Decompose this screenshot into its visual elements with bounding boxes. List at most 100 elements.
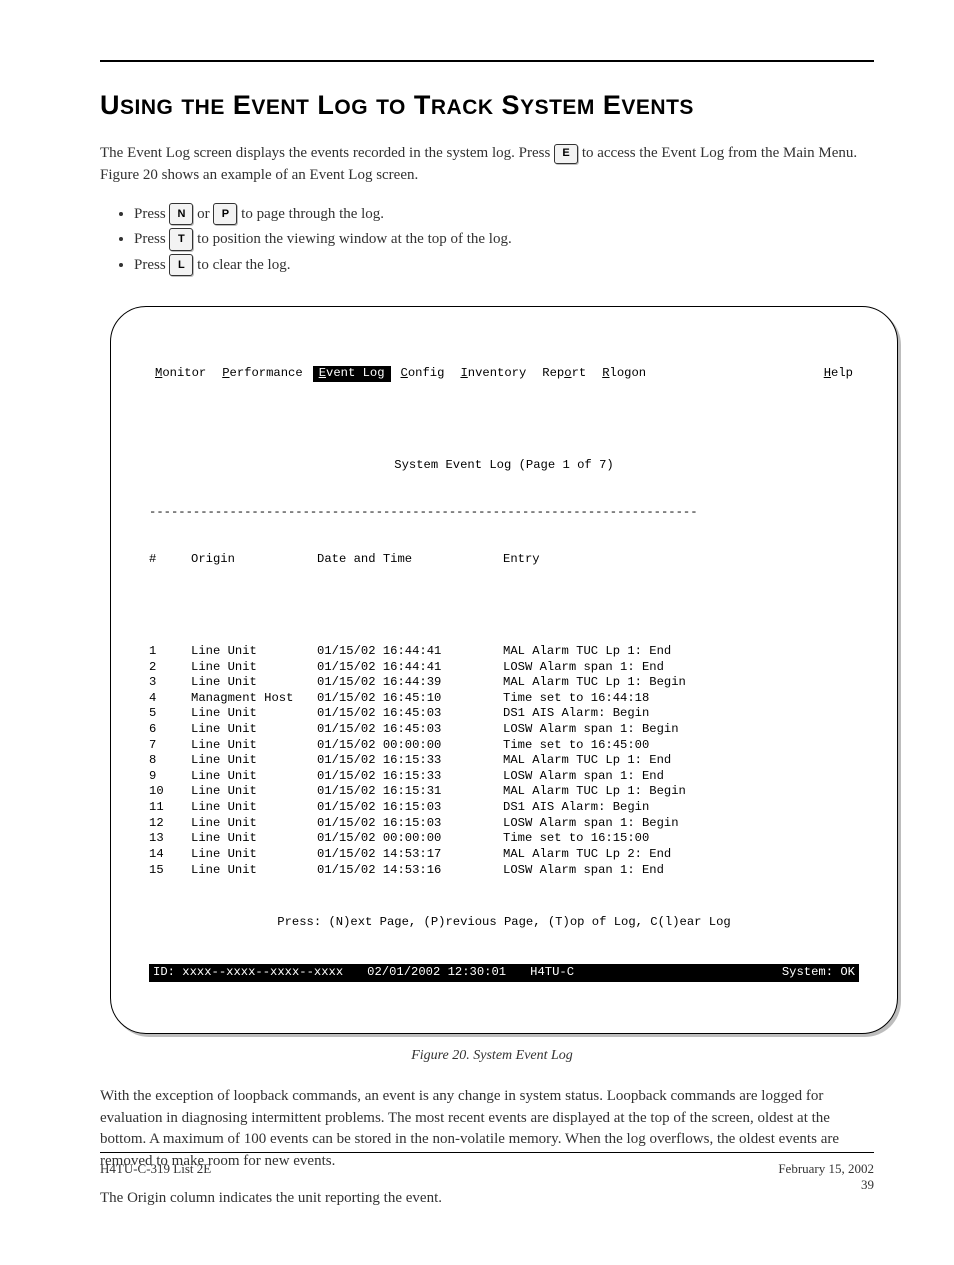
log-row-entry: LOSW Alarm span 1: Begin (503, 722, 859, 738)
log-row-origin: Line Unit (191, 675, 317, 691)
log-row-date: 01/15/02 14:53:16 (317, 863, 503, 879)
log-row: 11Line Unit01/15/02 16:15:03DS1 AIS Alar… (149, 800, 859, 816)
log-row: 14Line Unit01/15/02 14:53:17MAL Alarm TU… (149, 847, 859, 863)
log-row-origin: Line Unit (191, 722, 317, 738)
log-row: 7Line Unit01/15/02 00:00:00Time set to 1… (149, 738, 859, 754)
log-row-date: 01/15/02 16:15:33 (317, 753, 503, 769)
status-system: System: OK (782, 965, 855, 981)
bullet-list: Press N or P to page through the log. Pr… (100, 202, 874, 279)
log-row-num: 8 (149, 753, 191, 769)
col-origin: Origin (191, 552, 317, 568)
log-row-num: 9 (149, 769, 191, 785)
log-row-origin: Line Unit (191, 831, 317, 847)
log-row-date: 01/15/02 16:45:03 (317, 706, 503, 722)
log-row-date: 01/15/02 00:00:00 (317, 831, 503, 847)
log-row: 15Line Unit01/15/02 14:53:16LOSW Alarm s… (149, 863, 859, 879)
menu-item-monitor[interactable]: Monitor (149, 366, 212, 382)
key-t: T (169, 228, 193, 251)
log-row-entry: MAL Alarm TUC Lp 1: End (503, 644, 859, 660)
key-p: P (213, 203, 237, 226)
header-rule (100, 60, 874, 62)
log-row: 10Line Unit01/15/02 16:15:31MAL Alarm TU… (149, 784, 859, 800)
log-row-origin: Line Unit (191, 738, 317, 754)
log-row-entry: MAL Alarm TUC Lp 1: End (503, 753, 859, 769)
log-row-date: 01/15/02 16:45:03 (317, 722, 503, 738)
log-row-date: 01/15/02 16:15:03 (317, 800, 503, 816)
terminal-screen: MonitorPerformance Event LogConfigInvento… (110, 306, 898, 1034)
menu-item-performance[interactable]: Performance (216, 366, 308, 382)
menu-item-inventory[interactable]: Inventory (454, 366, 532, 382)
log-row: 2Line Unit01/15/02 16:44:41LOSW Alarm sp… (149, 660, 859, 676)
log-row-origin: Line Unit (191, 863, 317, 879)
log-row-entry: Time set to 16:45:00 (503, 738, 859, 754)
bullet-2: Press T to position the viewing window a… (134, 227, 874, 253)
log-row-date: 01/15/02 16:44:41 (317, 660, 503, 676)
bullet-3: Press L to clear the log. (134, 253, 874, 279)
terminal-status-bar: ID: xxxx--xxxx--xxxx--xxxx 02/01/2002 12… (149, 964, 859, 982)
log-row: 1Line Unit01/15/02 16:44:41MAL Alarm TUC… (149, 644, 859, 660)
menu-item-event-log[interactable]: Event Log (313, 366, 391, 382)
log-row-origin: Line Unit (191, 644, 317, 660)
log-row-origin: Line Unit (191, 769, 317, 785)
col-date: Date and Time (317, 552, 503, 568)
log-row-date: 01/15/02 16:15:03 (317, 816, 503, 832)
log-row-entry: LOSW Alarm span 1: End (503, 660, 859, 676)
log-row-origin: Managment Host (191, 691, 317, 707)
log-row-origin: Line Unit (191, 816, 317, 832)
log-row-num: 15 (149, 863, 191, 879)
menu-item-config[interactable]: Config (395, 366, 451, 382)
log-row: 5Line Unit01/15/02 16:45:03DS1 AIS Alarm… (149, 706, 859, 722)
col-entry: Entry (503, 552, 859, 568)
log-row-date: 01/15/02 16:15:31 (317, 784, 503, 800)
log-row: 13Line Unit01/15/02 00:00:00Time set to … (149, 831, 859, 847)
status-date: 02/01/2002 12:30:01 (343, 965, 506, 981)
menu-item-rlogon[interactable]: Rlogon (596, 366, 652, 382)
log-row-entry: LOSW Alarm span 1: Begin (503, 816, 859, 832)
key-e: E (554, 144, 578, 164)
terminal-divider: ----------------------------------------… (149, 505, 859, 521)
section-title: USING THE EVENT LOG TO TRACK SYSTEM EVEN… (100, 90, 874, 121)
terminal-rows: 1Line Unit01/15/02 16:44:41MAL Alarm TUC… (149, 644, 859, 878)
log-row-num: 4 (149, 691, 191, 707)
footer-page-number: 39 (861, 1177, 874, 1193)
col-num: # (149, 552, 191, 568)
status-model: H4TU-C (506, 965, 574, 981)
footer-right: February 15, 2002 (778, 1161, 874, 1177)
log-row-entry: MAL Alarm TUC Lp 1: Begin (503, 675, 859, 691)
log-row-origin: Line Unit (191, 753, 317, 769)
status-id: ID: xxxx--xxxx--xxxx--xxxx (153, 965, 343, 981)
menu-item-help[interactable]: Help (818, 366, 859, 382)
log-row: 6Line Unit01/15/02 16:45:03LOSW Alarm sp… (149, 722, 859, 738)
log-row-num: 11 (149, 800, 191, 816)
key-n: N (169, 203, 193, 226)
log-row: 12Line Unit01/15/02 16:15:03LOSW Alarm s… (149, 816, 859, 832)
log-row-num: 12 (149, 816, 191, 832)
bullet-1: Press N or P to page through the log. (134, 202, 874, 228)
log-row-num: 2 (149, 660, 191, 676)
log-row-entry: Time set to 16:15:00 (503, 831, 859, 847)
log-row-origin: Line Unit (191, 784, 317, 800)
intro-text-1: The Event Log screen displays the events… (100, 145, 554, 161)
log-row-num: 1 (149, 644, 191, 660)
log-row-date: 01/15/02 00:00:00 (317, 738, 503, 754)
footer-rule (100, 1152, 874, 1153)
key-l: L (169, 254, 193, 277)
log-row-date: 01/15/02 16:44:41 (317, 644, 503, 660)
log-row-entry: Time set to 16:44:18 (503, 691, 859, 707)
menu-item-report[interactable]: Report (536, 366, 592, 382)
log-row: 4Managment Host01/15/02 16:45:10Time set… (149, 691, 859, 707)
log-row: 3Line Unit01/15/02 16:44:39MAL Alarm TUC… (149, 675, 859, 691)
log-row-entry: LOSW Alarm span 1: End (503, 863, 859, 879)
log-row-entry: DS1 AIS Alarm: Begin (503, 800, 859, 816)
terminal-menu-bar: MonitorPerformance Event LogConfigInvento… (149, 366, 859, 386)
log-row: 8Line Unit01/15/02 16:15:33MAL Alarm TUC… (149, 753, 859, 769)
log-row-num: 10 (149, 784, 191, 800)
log-row-num: 5 (149, 706, 191, 722)
log-row-num: 14 (149, 847, 191, 863)
log-row-num: 3 (149, 675, 191, 691)
log-row-date: 01/15/02 16:44:39 (317, 675, 503, 691)
log-row-origin: Line Unit (191, 847, 317, 863)
log-row-origin: Line Unit (191, 800, 317, 816)
figure-caption: Figure 20. System Event Log (110, 1048, 874, 1064)
log-row-date: 01/15/02 14:53:17 (317, 847, 503, 863)
